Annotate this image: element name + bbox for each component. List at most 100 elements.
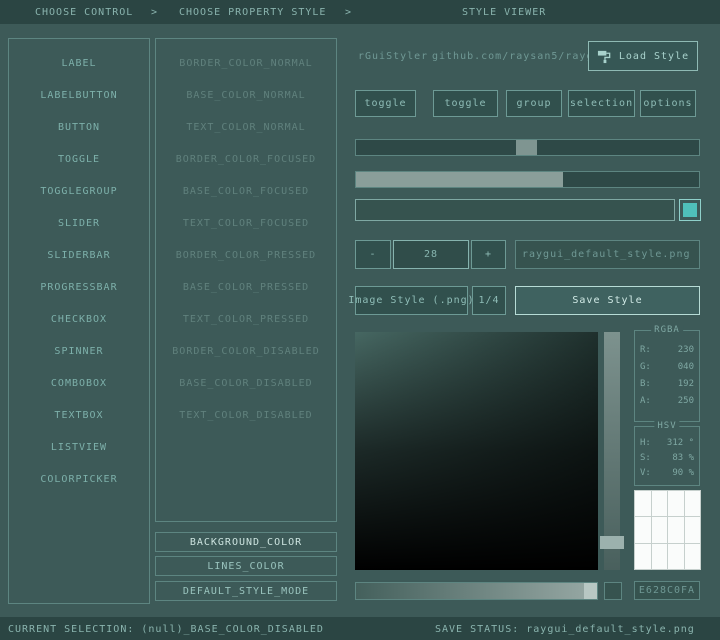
slider-handle[interactable] [516, 140, 537, 155]
color-swatch[interactable] [685, 517, 701, 542]
rgba-group-title: RGBA [651, 325, 683, 335]
hsv-row-saturation: S: 83 % [635, 450, 699, 465]
control-item-sliderbar[interactable]: SLIDERBAR [9, 239, 149, 271]
controls-list-panel: LABEL LABELBUTTON BUTTON TOGGLE TOGGLEGR… [8, 38, 150, 604]
status-bar: CURRENT SELECTION: (null)_BASE_COLOR_DIS… [0, 617, 720, 640]
text-input[interactable] [355, 199, 675, 221]
control-item-label[interactable]: LABEL [9, 47, 149, 79]
section-title-style-viewer: STYLE VIEWER [462, 7, 546, 18]
rgba-row-red: R: 230 [635, 341, 699, 358]
rgba-value: 040 [678, 362, 694, 372]
control-item-spinner[interactable]: SPINNER [9, 335, 149, 367]
toggle-group-item-5[interactable]: options [640, 90, 696, 117]
color-swatch[interactable] [685, 544, 701, 569]
sliderbar-fill [356, 172, 563, 187]
color-swatch[interactable] [668, 517, 684, 542]
style-page-combo[interactable]: 1/4 [472, 286, 506, 315]
rguistyler-window: CHOOSE CONTROL > CHOOSE PROPERTY STYLE >… [0, 0, 720, 640]
toggle-group-item-3[interactable]: group [506, 90, 562, 117]
save-style-button[interactable]: Save Style [515, 286, 700, 315]
paint-roller-icon [597, 49, 612, 64]
color-swatch-grid [634, 490, 701, 570]
property-item[interactable]: BORDER_COLOR_NORMAL [156, 47, 336, 79]
control-item-listview[interactable]: LISTVIEW [9, 431, 149, 463]
color-swatch[interactable] [635, 491, 651, 516]
toggle-group-item-1[interactable]: toggle [355, 90, 416, 117]
hsv-value: 90 % [672, 468, 694, 478]
slider[interactable] [355, 139, 700, 156]
property-item[interactable]: BASE_COLOR_DISABLED [156, 367, 336, 399]
hsv-value: 83 % [672, 453, 694, 463]
property-item[interactable]: TEXT_COLOR_DISABLED [156, 399, 336, 431]
toggle-group-item-4[interactable]: selection [568, 90, 635, 117]
app-name-label: rGuiStyler [358, 51, 428, 62]
control-item-togglegroup[interactable]: TOGGLEGROUP [9, 175, 149, 207]
rgba-value: 230 [678, 345, 694, 355]
color-swatch[interactable] [635, 544, 651, 569]
color-swatch[interactable] [685, 491, 701, 516]
hex-value-input[interactable]: E628C0FA [634, 581, 700, 600]
breadcrumb-separator-icon: > [345, 7, 352, 18]
rgba-label: G: [640, 362, 651, 372]
property-item[interactable]: BASE_COLOR_NORMAL [156, 79, 336, 111]
rgba-group: RGBA R: 230 G: 040 B: 192 A: 250 [634, 330, 700, 422]
hue-slider-handle[interactable] [600, 536, 624, 549]
toggle-group-item-2[interactable]: toggle [433, 90, 498, 117]
control-item-labelbutton[interactable]: LABELBUTTON [9, 79, 149, 111]
save-status: SAVE STATUS: raygui_default_style.png [435, 624, 695, 635]
sliderbar[interactable] [355, 171, 700, 188]
hsv-label: V: [640, 468, 651, 478]
checkbox[interactable] [679, 199, 701, 221]
color-picker-panel[interactable] [355, 332, 598, 570]
property-item[interactable]: TEXT_COLOR_PRESSED [156, 303, 336, 335]
properties-list-panel: BORDER_COLOR_NORMAL BASE_COLOR_NORMAL TE… [155, 38, 337, 522]
image-style-button[interactable]: Image Style (.png) [355, 286, 468, 315]
checkbox-check-icon [683, 203, 697, 217]
background-color-button[interactable]: BACKGROUND_COLOR [155, 532, 337, 552]
property-item[interactable]: BORDER_COLOR_PRESSED [156, 239, 336, 271]
control-item-colorpicker[interactable]: COLORPICKER [9, 463, 149, 495]
hsv-label: S: [640, 453, 651, 463]
control-item-toggle[interactable]: TOGGLE [9, 143, 149, 175]
load-style-button-label: Load Style [619, 51, 689, 62]
color-swatch[interactable] [635, 517, 651, 542]
spinner-value-box[interactable]: 28 [393, 240, 469, 269]
breadcrumb-separator-icon: > [151, 7, 158, 18]
color-swatch[interactable] [668, 544, 684, 569]
property-item[interactable]: BORDER_COLOR_DISABLED [156, 335, 336, 367]
style-filename-input[interactable]: raygui_default_style.png [515, 240, 700, 269]
rgba-label: B: [640, 379, 651, 389]
load-style-button[interactable]: Load Style [588, 41, 698, 71]
color-swatch[interactable] [652, 544, 668, 569]
lines-color-button[interactable]: LINES_COLOR [155, 556, 337, 576]
property-item[interactable]: BASE_COLOR_PRESSED [156, 271, 336, 303]
alpha-slider[interactable] [355, 582, 598, 600]
hue-slider[interactable] [604, 332, 620, 570]
hsv-row-value: V: 90 % [635, 465, 699, 480]
rgba-value: 192 [678, 379, 694, 389]
section-title-choose-control: CHOOSE CONTROL [35, 7, 133, 18]
alpha-value-box[interactable] [604, 582, 622, 600]
control-item-slider[interactable]: SLIDER [9, 207, 149, 239]
property-item[interactable]: TEXT_COLOR_NORMAL [156, 111, 336, 143]
property-item[interactable]: TEXT_COLOR_FOCUSED [156, 207, 336, 239]
section-title-choose-property-style: CHOOSE PROPERTY STYLE [179, 7, 326, 18]
hsv-label: H: [640, 438, 651, 448]
hsv-group-title: HSV [654, 421, 679, 431]
property-item[interactable]: BASE_COLOR_FOCUSED [156, 175, 336, 207]
control-item-checkbox[interactable]: CHECKBOX [9, 303, 149, 335]
spinner-decrement-button[interactable]: - [355, 240, 391, 269]
color-swatch[interactable] [668, 491, 684, 516]
color-swatch[interactable] [652, 491, 668, 516]
rgba-row-blue: B: 192 [635, 375, 699, 392]
control-item-button[interactable]: BUTTON [9, 111, 149, 143]
property-item[interactable]: BORDER_COLOR_FOCUSED [156, 143, 336, 175]
control-item-progressbar[interactable]: PROGRESSBAR [9, 271, 149, 303]
alpha-slider-handle[interactable] [584, 583, 597, 599]
current-selection-status: CURRENT SELECTION: (null)_BASE_COLOR_DIS… [8, 624, 324, 635]
control-item-combobox[interactable]: COMBOBOX [9, 367, 149, 399]
color-swatch[interactable] [652, 517, 668, 542]
spinner-increment-button[interactable]: + [471, 240, 506, 269]
control-item-textbox[interactable]: TEXTBOX [9, 399, 149, 431]
default-style-mode-button[interactable]: DEFAULT_STYLE_MODE [155, 581, 337, 601]
